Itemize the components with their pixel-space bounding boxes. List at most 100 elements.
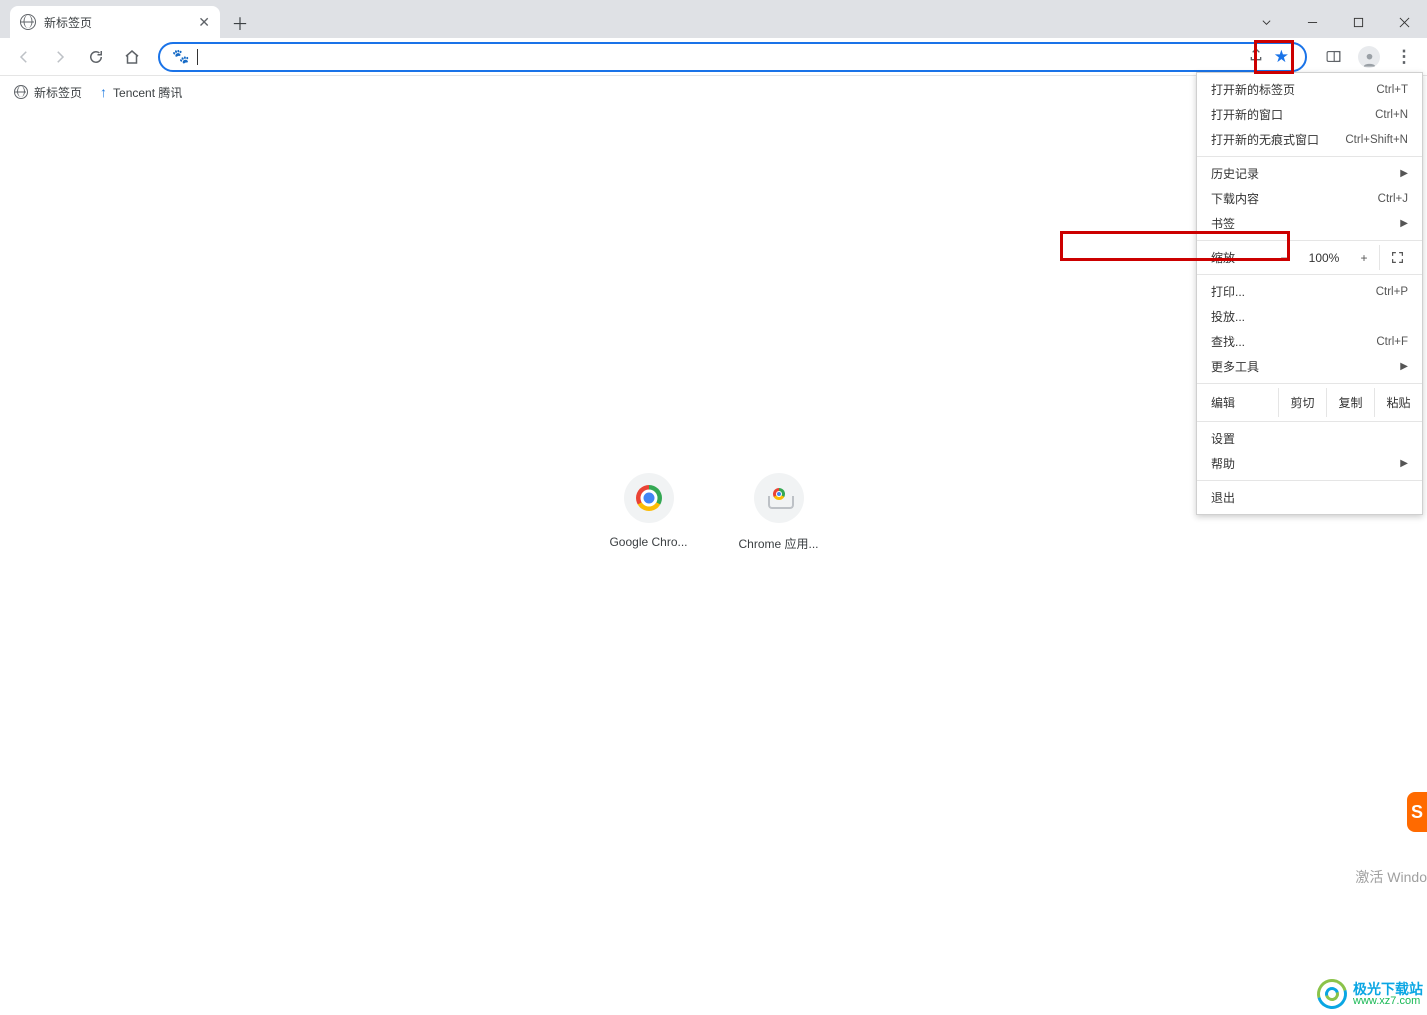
chevron-right-icon: ▶ bbox=[1400, 218, 1408, 229]
watermark-brand: 极光下载站 bbox=[1353, 982, 1423, 996]
edit-paste-button[interactable]: 粘贴 bbox=[1374, 388, 1422, 417]
globe-icon bbox=[20, 14, 36, 30]
menu-label: 下载内容 bbox=[1211, 190, 1259, 207]
menu-label: 投放... bbox=[1211, 308, 1245, 325]
bookmark-label: Tencent 腾讯 bbox=[113, 84, 182, 101]
menu-shortcut: Ctrl+Shift+N bbox=[1345, 134, 1408, 146]
menu-label: 缩放 bbox=[1211, 249, 1269, 266]
menu-separator bbox=[1197, 421, 1422, 422]
globe-icon bbox=[14, 85, 28, 99]
edit-copy-button[interactable]: 复制 bbox=[1326, 388, 1374, 417]
tab-strip: 新标签页 ✕ ＋ bbox=[0, 6, 1243, 38]
sogou-ime-tab[interactable]: S bbox=[1407, 792, 1427, 832]
avatar-icon bbox=[1358, 46, 1380, 68]
maximize-button[interactable] bbox=[1335, 6, 1381, 38]
menu-separator bbox=[1197, 156, 1422, 157]
address-bar[interactable]: 🐾 ★ bbox=[158, 42, 1307, 72]
forward-button[interactable] bbox=[44, 41, 76, 73]
menu-help[interactable]: 帮助 ▶ bbox=[1197, 451, 1422, 476]
toolbar: 🐾 ★ ⋮ bbox=[0, 38, 1427, 76]
menu-label: 查找... bbox=[1211, 333, 1245, 350]
activate-windows-watermark: 激活 Windo bbox=[1355, 867, 1427, 887]
shortcut-circle bbox=[624, 473, 674, 523]
zoom-out-button[interactable]: − bbox=[1269, 251, 1299, 265]
shortcuts-row: Google Chro... Chrome 应用... bbox=[604, 473, 824, 552]
menu-new-tab[interactable]: 打开新的标签页 Ctrl+T bbox=[1197, 77, 1422, 102]
menu-label: 设置 bbox=[1211, 430, 1235, 447]
menu-edit-row: 编辑 剪切 复制 粘贴 bbox=[1197, 388, 1422, 417]
menu-label: 打印... bbox=[1211, 283, 1245, 300]
menu-shortcut: Ctrl+P bbox=[1376, 286, 1408, 298]
menu-label: 书签 bbox=[1211, 215, 1235, 232]
more-menu-button[interactable]: ⋮ bbox=[1389, 42, 1419, 72]
menu-downloads[interactable]: 下载内容 Ctrl+J bbox=[1197, 186, 1422, 211]
share-icon[interactable] bbox=[1248, 47, 1264, 67]
bookmark-tencent[interactable]: ↑ Tencent 腾讯 bbox=[100, 84, 182, 101]
tab-title: 新标签页 bbox=[44, 14, 92, 31]
menu-label: 退出 bbox=[1211, 489, 1235, 506]
menu-separator bbox=[1197, 274, 1422, 275]
text-cursor bbox=[197, 49, 198, 65]
menu-shortcut: Ctrl+T bbox=[1376, 84, 1408, 96]
site-icon: 🐾 bbox=[172, 48, 189, 65]
bookmark-star-icon[interactable]: ★ bbox=[1274, 47, 1289, 67]
swirl-icon bbox=[1312, 974, 1353, 1015]
menu-label: 更多工具 bbox=[1211, 358, 1259, 375]
apps-icon bbox=[768, 487, 790, 509]
menu-separator bbox=[1197, 240, 1422, 241]
bookmark-new-tab[interactable]: 新标签页 bbox=[14, 84, 82, 101]
menu-settings[interactable]: 设置 bbox=[1197, 426, 1422, 451]
menu-shortcut: Ctrl+N bbox=[1375, 109, 1408, 121]
chevron-right-icon: ▶ bbox=[1400, 458, 1408, 469]
fullscreen-button[interactable] bbox=[1379, 245, 1415, 270]
shortcut-chrome-apps[interactable]: Chrome 应用... bbox=[734, 473, 824, 552]
menu-label: 打开新的无痕式窗口 bbox=[1211, 131, 1319, 148]
menu-history[interactable]: 历史记录 ▶ bbox=[1197, 161, 1422, 186]
window-controls bbox=[1243, 6, 1427, 38]
home-button[interactable] bbox=[116, 41, 148, 73]
menu-print[interactable]: 打印... Ctrl+P bbox=[1197, 279, 1422, 304]
menu-cast[interactable]: 投放... bbox=[1197, 304, 1422, 329]
menu-incognito[interactable]: 打开新的无痕式窗口 Ctrl+Shift+N bbox=[1197, 127, 1422, 152]
zoom-in-button[interactable]: + bbox=[1349, 251, 1379, 265]
dropdown-tabs-button[interactable] bbox=[1243, 6, 1289, 38]
menu-label: 帮助 bbox=[1211, 455, 1235, 472]
shortcut-google-chrome[interactable]: Google Chro... bbox=[604, 473, 694, 552]
chevron-right-icon: ▶ bbox=[1400, 168, 1408, 179]
back-button[interactable] bbox=[8, 41, 40, 73]
shortcut-circle bbox=[754, 473, 804, 523]
watermark-logo: 极光下载站 www.xz7.com bbox=[1317, 979, 1423, 1009]
menu-label: 历史记录 bbox=[1211, 165, 1259, 182]
menu-separator bbox=[1197, 383, 1422, 384]
shortcut-label: Chrome 应用... bbox=[734, 535, 824, 552]
bookmark-label: 新标签页 bbox=[34, 84, 82, 101]
menu-label: 打开新的标签页 bbox=[1211, 81, 1295, 98]
new-tab-button[interactable]: ＋ bbox=[226, 8, 254, 36]
tab-new-tab[interactable]: 新标签页 ✕ bbox=[10, 6, 220, 38]
watermark-url: www.xz7.com bbox=[1353, 996, 1423, 1007]
menu-more-tools[interactable]: 更多工具 ▶ bbox=[1197, 354, 1422, 379]
menu-shortcut: Ctrl+F bbox=[1376, 336, 1408, 348]
shortcut-label: Google Chro... bbox=[604, 535, 694, 549]
window-titlebar: 新标签页 ✕ ＋ bbox=[0, 0, 1427, 38]
menu-bookmarks[interactable]: 书签 ▶ bbox=[1197, 211, 1422, 236]
menu-exit[interactable]: 退出 bbox=[1197, 485, 1422, 510]
menu-find[interactable]: 查找... Ctrl+F bbox=[1197, 329, 1422, 354]
side-panel-button[interactable] bbox=[1317, 41, 1349, 73]
chevron-right-icon: ▶ bbox=[1400, 361, 1408, 372]
menu-separator bbox=[1197, 480, 1422, 481]
chrome-main-menu: 打开新的标签页 Ctrl+T 打开新的窗口 Ctrl+N 打开新的无痕式窗口 Ctrl… bbox=[1196, 72, 1423, 515]
zoom-value: 100% bbox=[1299, 251, 1349, 265]
menu-shortcut: Ctrl+J bbox=[1378, 193, 1408, 205]
edit-cut-button[interactable]: 剪切 bbox=[1278, 388, 1326, 417]
close-tab-icon[interactable]: ✕ bbox=[198, 14, 210, 31]
chrome-logo-icon bbox=[636, 485, 662, 511]
reload-button[interactable] bbox=[80, 41, 112, 73]
menu-label: 打开新的窗口 bbox=[1211, 106, 1283, 123]
menu-zoom: 缩放 − 100% + bbox=[1197, 245, 1422, 270]
profile-button[interactable] bbox=[1353, 41, 1385, 73]
menu-label: 编辑 bbox=[1211, 394, 1278, 411]
minimize-button[interactable] bbox=[1289, 6, 1335, 38]
menu-new-window[interactable]: 打开新的窗口 Ctrl+N bbox=[1197, 102, 1422, 127]
close-window-button[interactable] bbox=[1381, 6, 1427, 38]
